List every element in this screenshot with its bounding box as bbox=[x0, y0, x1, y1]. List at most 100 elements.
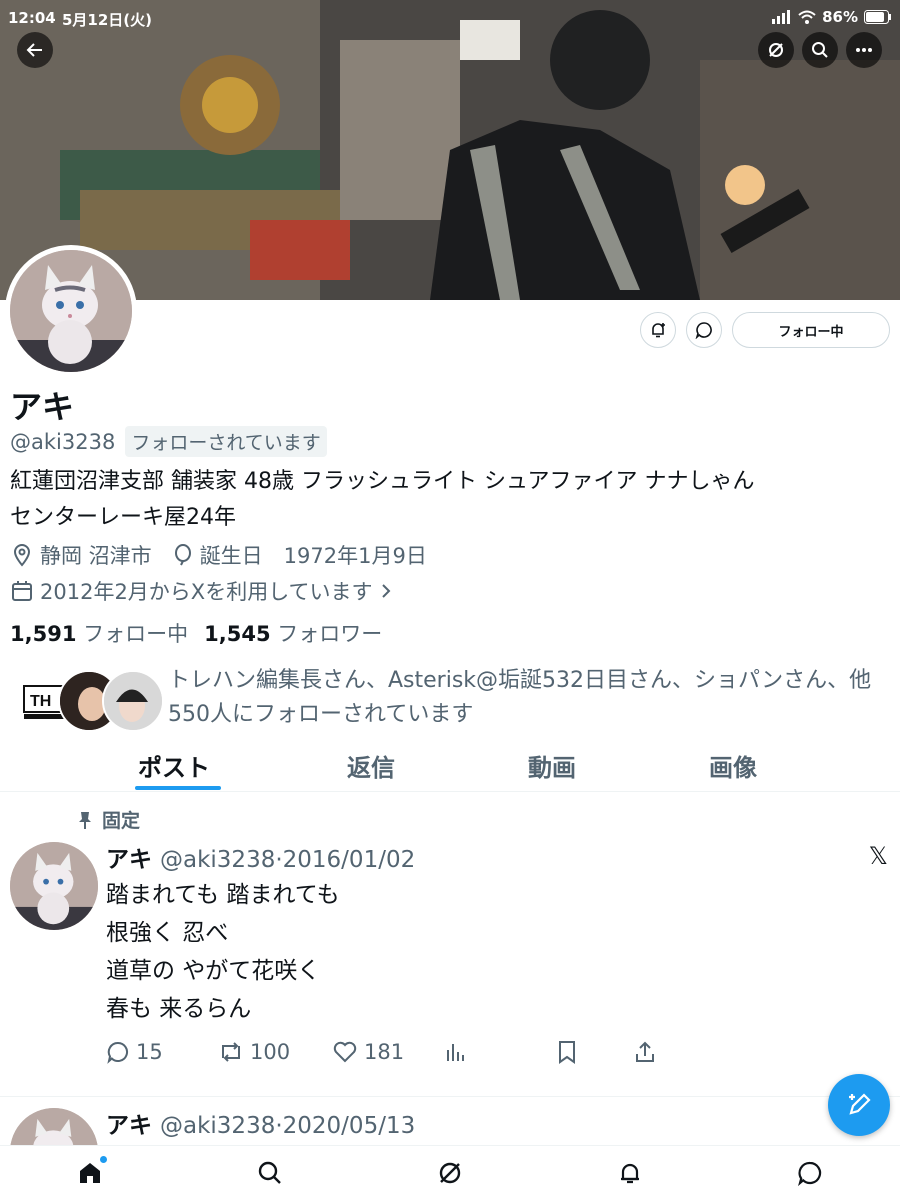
status-date: 5月12日(火) bbox=[62, 11, 153, 29]
bio-line: センターレーキ屋24年 bbox=[10, 505, 236, 530]
followers-label: フォロワー bbox=[277, 622, 383, 646]
calendar-icon bbox=[12, 581, 32, 601]
tab-posts[interactable]: ポスト bbox=[138, 748, 210, 783]
svg-text:TH: TH bbox=[30, 693, 51, 710]
profile-meta: 静岡 沼津市 誕生日 1972年1月9日 bbox=[10, 540, 427, 570]
bookmark-icon bbox=[559, 1041, 575, 1064]
status-bar: 12:04 5月12日(火) 86% bbox=[0, 0, 900, 34]
compose-button[interactable] bbox=[828, 1074, 890, 1136]
post-line: 道草の やがて花咲く bbox=[106, 958, 321, 984]
profile-banner[interactable]: 12:04 5月12日(火) 86% bbox=[0, 0, 900, 300]
known-followers-text: トレハン編集長さん、Asterisk@垢誕532日目さん、ショパンさん、他550… bbox=[168, 668, 872, 727]
grok-icon bbox=[769, 43, 783, 57]
pinned-text: 固定 bbox=[102, 810, 141, 832]
message-button[interactable] bbox=[686, 312, 722, 348]
following-link[interactable]: 1,591 フォロー中 bbox=[10, 618, 188, 648]
nav-messages[interactable] bbox=[795, 1158, 825, 1188]
post-header: アキ @aki3238·2016/01/02 bbox=[106, 840, 415, 874]
post-text[interactable]: 踏まれても 踏まれても 根強く 忍べ 道草の やがて花咲く 春も 来るらん bbox=[106, 876, 340, 1028]
kitten-image bbox=[10, 842, 98, 930]
compose-plus-icon bbox=[849, 1093, 871, 1115]
profile-tabs: ポスト 返信 動画 画像 bbox=[0, 740, 900, 792]
follows-you-badge: フォローされています bbox=[125, 426, 327, 457]
followers-count: 1,545 bbox=[204, 622, 271, 646]
bio-line: 紅蓮団沼津支部 舗装家 48歳 フラッシュライト シュアファイア ナナしゃん bbox=[10, 469, 755, 494]
battery-percent: 86% bbox=[822, 8, 858, 26]
repost-button[interactable]: 100 bbox=[218, 1040, 290, 1064]
like-count: 181 bbox=[364, 1040, 405, 1064]
bottom-nav bbox=[0, 1145, 900, 1200]
search-button[interactable] bbox=[802, 32, 838, 68]
post-author-name[interactable]: アキ bbox=[106, 1106, 152, 1140]
profile-avatar[interactable] bbox=[5, 245, 137, 377]
post-avatar[interactable] bbox=[10, 842, 98, 930]
search-icon bbox=[258, 1161, 281, 1184]
post-author-name[interactable]: アキ bbox=[106, 840, 152, 874]
more-button[interactable] bbox=[846, 32, 882, 68]
battery-icon bbox=[864, 10, 891, 24]
reply-count: 15 bbox=[136, 1040, 163, 1064]
nav-search[interactable] bbox=[255, 1158, 285, 1188]
chevron-right-icon bbox=[381, 584, 390, 598]
repost-icon bbox=[222, 1042, 240, 1062]
back-button[interactable] bbox=[17, 32, 53, 68]
grok-button[interactable] bbox=[758, 32, 794, 68]
more-icon bbox=[856, 48, 872, 52]
following-button[interactable]: フォロー中 bbox=[732, 312, 890, 348]
pin-icon bbox=[79, 811, 91, 829]
home-icon bbox=[80, 1163, 100, 1183]
nav-home[interactable] bbox=[75, 1156, 107, 1188]
post-handle-date[interactable]: @aki3238·2016/01/02 bbox=[160, 847, 415, 873]
repost-count: 100 bbox=[250, 1040, 291, 1064]
status-time: 12:04 bbox=[8, 9, 56, 27]
post-line: 踏まれても 踏まれても bbox=[106, 882, 340, 908]
share-icon bbox=[636, 1041, 654, 1062]
profile-actions: フォロー中 bbox=[640, 312, 890, 348]
reply-button[interactable]: 15 bbox=[106, 1040, 163, 1064]
tab-videos[interactable]: 動画 bbox=[528, 748, 576, 783]
share-button[interactable] bbox=[634, 1040, 656, 1064]
pinned-label: 固定 bbox=[76, 806, 140, 833]
post-line: 春も 来るらん bbox=[106, 996, 252, 1022]
post-divider bbox=[0, 1096, 900, 1097]
x-logo-icon: 𝕏 bbox=[868, 842, 888, 870]
profile-bio: 紅蓮団沼津支部 舗装家 48歳 フラッシュライト シュアファイア ナナしゃん セ… bbox=[10, 464, 895, 536]
post-line: 根強く 忍べ bbox=[106, 920, 229, 946]
bell-icon bbox=[621, 1163, 639, 1184]
joined-text: 2012年2月からXを利用しています bbox=[40, 580, 373, 604]
following-count: 1,591 bbox=[10, 622, 77, 646]
followers-link[interactable]: 1,545 フォロワー bbox=[204, 618, 382, 648]
search-icon bbox=[812, 42, 828, 58]
bookmark-button[interactable] bbox=[556, 1040, 578, 1064]
reply-icon bbox=[107, 1041, 129, 1064]
profile-name: アキ bbox=[10, 388, 75, 426]
birthday-text: 誕生日 1972年1月9日 bbox=[199, 544, 427, 568]
back-arrow-icon bbox=[26, 43, 42, 57]
chat-bubble-icon bbox=[798, 1161, 822, 1186]
joined-row[interactable]: 2012年2月からXを利用しています bbox=[10, 576, 393, 606]
nav-grok[interactable] bbox=[435, 1158, 465, 1188]
location-pin-icon bbox=[13, 543, 31, 567]
kitten-image bbox=[10, 250, 132, 372]
post-handle-date[interactable]: @aki3238·2020/05/13 bbox=[160, 1113, 415, 1139]
like-button[interactable]: 181 bbox=[332, 1040, 404, 1064]
follow-counts: 1,591 フォロー中 1,545 フォロワー bbox=[10, 618, 382, 648]
analytics-icon bbox=[447, 1044, 464, 1061]
follower-avatar bbox=[102, 670, 164, 732]
following-label: フォロー中 bbox=[83, 622, 189, 646]
nav-notifications[interactable] bbox=[615, 1158, 645, 1188]
tab-images[interactable]: 画像 bbox=[709, 748, 757, 783]
wifi-icon bbox=[798, 10, 816, 24]
views-button[interactable] bbox=[444, 1040, 468, 1064]
post-actions: 15 100 181 bbox=[106, 1040, 666, 1072]
signal-icon bbox=[772, 10, 791, 24]
notify-button[interactable] bbox=[640, 312, 676, 348]
chat-bubble-icon bbox=[695, 322, 712, 339]
location-text: 静岡 沼津市 bbox=[40, 544, 152, 568]
grok-icon bbox=[439, 1162, 461, 1184]
bell-plus-icon bbox=[652, 323, 665, 338]
balloon-icon bbox=[174, 544, 191, 566]
post-header: アキ @aki3238·2020/05/13 bbox=[106, 1106, 415, 1140]
profile-handle: @aki3238 bbox=[10, 429, 116, 454]
tab-replies[interactable]: 返信 bbox=[347, 748, 395, 783]
